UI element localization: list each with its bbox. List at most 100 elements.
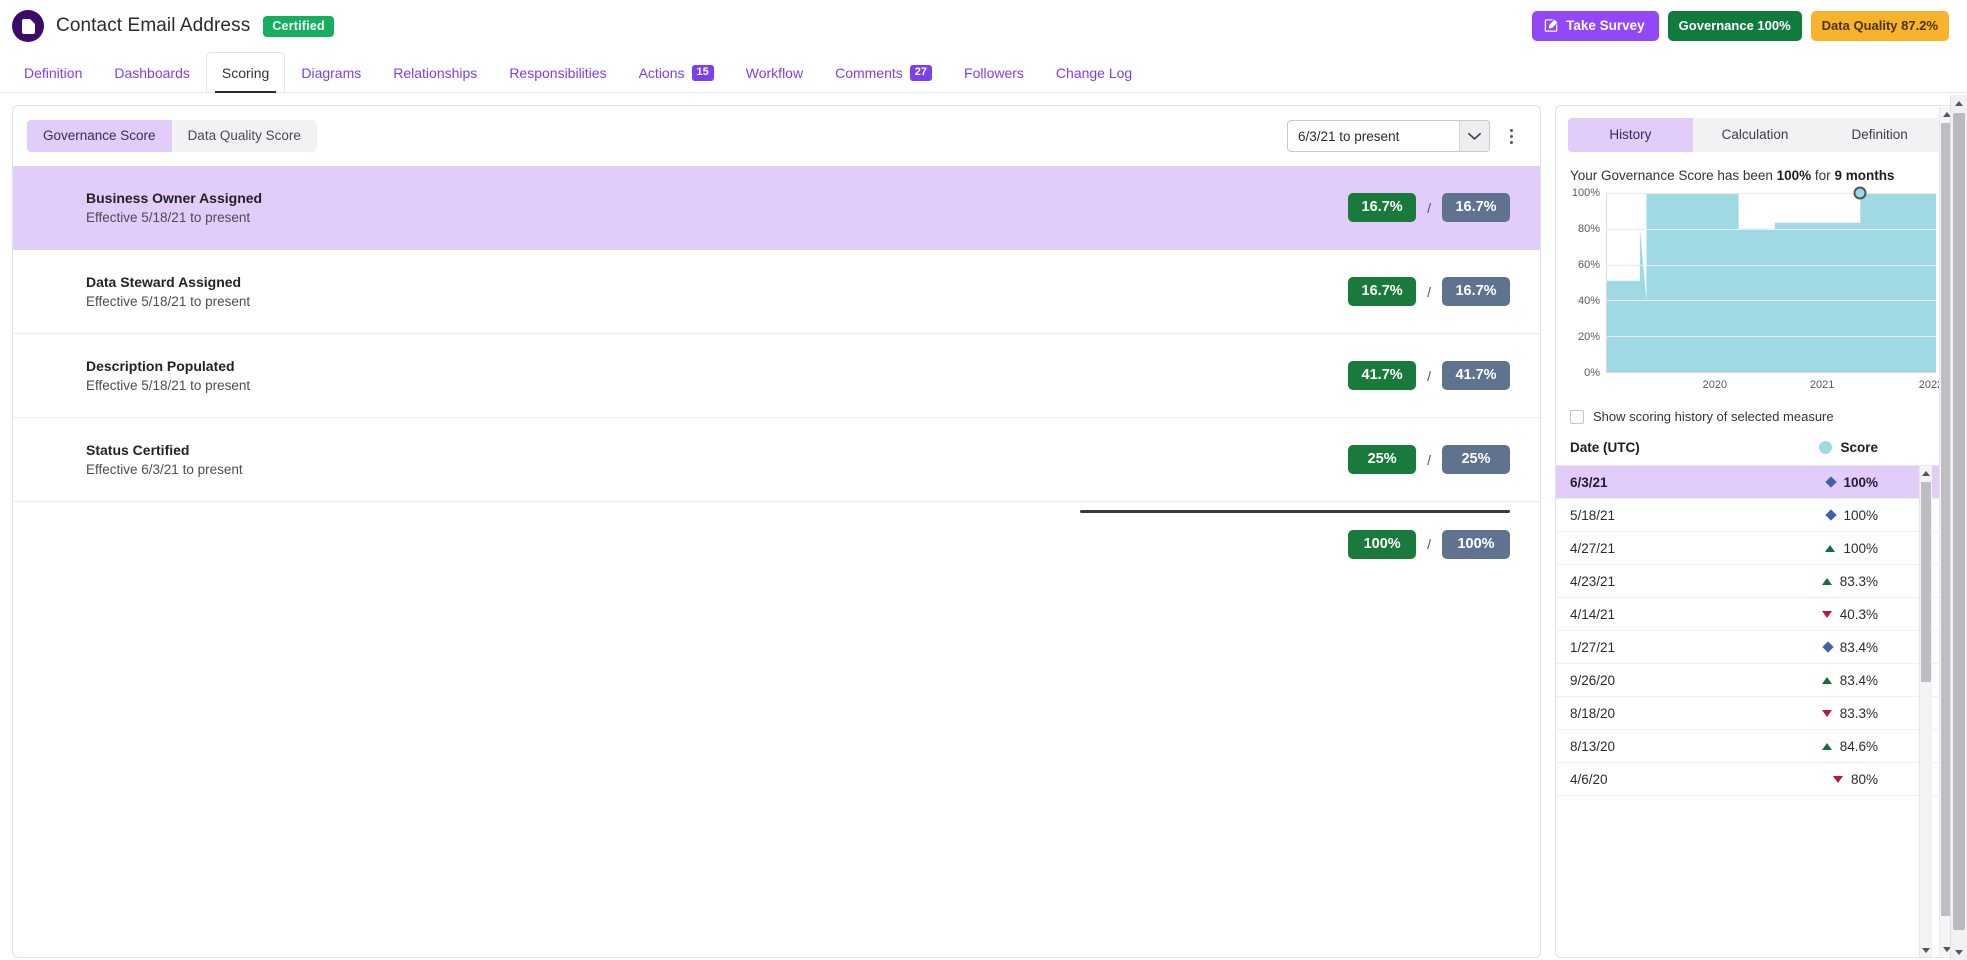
summary-middle: for [1811, 168, 1834, 183]
tab-comments[interactable]: Comments 27 [819, 52, 948, 92]
chart-y-tick-label: 80% [1578, 223, 1600, 235]
tab-definition[interactable]: Definition [8, 52, 98, 92]
governance-score-pill[interactable]: Governance 100% [1668, 11, 1802, 41]
scoring-toolbar: Governance ScoreData Quality Score 6/3/2… [13, 106, 1540, 162]
history-row-date: 5/18/21 [1570, 508, 1615, 523]
chart-current-point-marker[interactable] [1854, 187, 1867, 200]
earned-score-badge: 41.7% [1348, 361, 1416, 390]
trend-up-icon [1822, 578, 1832, 585]
tab-change-log[interactable]: Change Log [1040, 52, 1148, 92]
scrollbar-thumb[interactable] [1921, 482, 1931, 682]
tab-label: Dashboards [114, 65, 190, 81]
window-scroll-up-icon[interactable] [1951, 95, 1967, 111]
window-scrollbar[interactable] [1950, 95, 1967, 960]
tab-dashboards[interactable]: Dashboards [98, 52, 206, 92]
history-table-row[interactable]: 4/6/2080% [1556, 763, 1954, 796]
chevron-down-icon[interactable] [1459, 121, 1489, 151]
data-quality-pill[interactable]: Data Quality 87.2% [1811, 11, 1949, 41]
tab-diagrams[interactable]: Diagrams [285, 52, 377, 92]
page-title: Contact Email Address [56, 15, 250, 37]
kebab-menu-icon[interactable] [1500, 122, 1522, 150]
score-separator: / [1427, 368, 1431, 384]
history-row-score-value: 83.4% [1840, 640, 1878, 655]
score-history-chart: 0%20%40%60%80%100% 202020212022 [1556, 189, 1954, 397]
history-table-scrollbar[interactable] [1919, 466, 1932, 957]
tab-count-badge: 27 [910, 65, 932, 81]
tab-label: Comments [835, 65, 903, 81]
score-measure-labels: Description Populated Effective 5/18/21 t… [86, 358, 250, 393]
take-survey-button[interactable]: Take Survey [1532, 11, 1659, 41]
history-table-row[interactable]: 8/13/2084.6% [1556, 730, 1954, 763]
history-tab-history[interactable]: History [1568, 118, 1693, 152]
score-summary-text: Your Governance Score has been 100% for … [1556, 152, 1954, 189]
chart-gridline [1607, 336, 1936, 337]
tab-label: Followers [964, 65, 1024, 81]
history-row-score-value: 100% [1843, 475, 1878, 490]
score-measure-row[interactable]: Data Steward AssignedEffective 5/18/21 t… [13, 250, 1540, 334]
history-table-row[interactable]: 1/27/2183.4% [1556, 631, 1954, 664]
score-measure-values: 41.7%/41.7% [1348, 361, 1510, 390]
segment-governance-score[interactable]: Governance Score [27, 120, 172, 152]
tab-workflow[interactable]: Workflow [730, 52, 819, 92]
history-table-row[interactable]: 9/26/2083.4% [1556, 664, 1954, 697]
segment-data-quality-score[interactable]: Data Quality Score [172, 120, 317, 152]
history-table-row[interactable]: 4/14/2140.3% [1556, 598, 1954, 631]
score-measure-row[interactable]: Description Populated Effective 5/18/21 t… [13, 334, 1540, 418]
tab-scoring[interactable]: Scoring [206, 52, 285, 92]
history-tab-definition[interactable]: Definition [1817, 118, 1942, 152]
window-scroll-down-icon[interactable] [1951, 944, 1967, 960]
score-separator: / [1427, 200, 1431, 216]
tab-label: Change Log [1056, 65, 1132, 81]
tab-label: Diagrams [301, 65, 361, 81]
tab-label: Responsibilities [509, 65, 606, 81]
score-measure-effective: Effective 5/18/21 to present [86, 210, 262, 225]
history-row-score-value: 83.3% [1840, 574, 1878, 589]
header-actions: Take Survey Governance 100% Data Quality… [1532, 11, 1949, 41]
trend-up-icon [1822, 677, 1832, 684]
possible-score-badge: 25% [1442, 445, 1510, 474]
score-measure-row[interactable]: Business Owner Assigned Effective 5/18/21… [13, 166, 1540, 250]
earned-score-badge: 16.7% [1348, 193, 1416, 222]
history-row-score-value: 83.3% [1840, 706, 1878, 721]
chart-y-tick-label: 60% [1578, 259, 1600, 271]
tab-actions[interactable]: Actions15 [623, 52, 730, 92]
total-possible-badge: 100% [1442, 530, 1510, 559]
score-measure-row[interactable]: Status CertifiedEffective 6/3/21 to pres… [13, 418, 1540, 502]
score-measure-name: Description Populated [86, 358, 250, 374]
take-survey-label: Take Survey [1566, 18, 1645, 33]
tab-relationships[interactable]: Relationships [377, 52, 493, 92]
summary-duration: 9 months [1834, 168, 1894, 183]
show-measure-history-checkbox[interactable] [1570, 410, 1584, 424]
trend-up-icon [1822, 743, 1832, 750]
show-measure-history-label: Show scoring history of selected measure [1593, 409, 1834, 424]
content-area: Governance ScoreData Quality Score 6/3/2… [0, 93, 1967, 958]
show-measure-history-checkbox-row[interactable]: Show scoring history of selected measure [1556, 397, 1954, 434]
date-range-value: 6/3/21 to present [1288, 129, 1459, 144]
date-range-select[interactable]: 6/3/21 to present [1287, 120, 1490, 152]
possible-score-badge: 16.7% [1442, 277, 1510, 306]
scroll-up-icon[interactable] [1920, 466, 1932, 480]
score-measure-name: Business Owner Assigned [86, 190, 262, 206]
earned-score-badge: 25% [1348, 445, 1416, 474]
score-measure-name: Data Steward Assigned [86, 274, 250, 290]
score-measure-values: 16.7% / 16.7% [1348, 193, 1510, 222]
history-table-row[interactable]: 6/3/21100% [1556, 466, 1954, 499]
history-tab-calculation[interactable]: Calculation [1693, 118, 1818, 152]
total-separator: / [1427, 536, 1431, 552]
score-measure-effective: Effective 5/18/21 to present [86, 378, 250, 393]
history-table-row[interactable]: 4/23/2183.3% [1556, 565, 1954, 598]
earned-score-badge: 16.7% [1348, 277, 1416, 306]
score-total-row: 100% / 100% [13, 502, 1540, 572]
app-logo-icon [12, 10, 44, 42]
scroll-down-icon[interactable] [1920, 943, 1932, 957]
window-scrollbar-thumb[interactable] [1953, 113, 1965, 930]
history-table-row[interactable]: 4/27/21100% [1556, 532, 1954, 565]
history-panel: HistoryCalculationDefinition Your Govern… [1555, 105, 1955, 958]
history-table-row[interactable]: 5/18/21100% [1556, 499, 1954, 532]
history-table-row[interactable]: 8/18/2083.3% [1556, 697, 1954, 730]
history-row-date: 4/27/21 [1570, 541, 1615, 556]
tab-count-badge: 15 [692, 65, 714, 81]
tab-responsibilities[interactable]: Responsibilities [493, 52, 622, 92]
possible-score-badge: 16.7% [1442, 193, 1510, 222]
tab-followers[interactable]: Followers [948, 52, 1040, 92]
